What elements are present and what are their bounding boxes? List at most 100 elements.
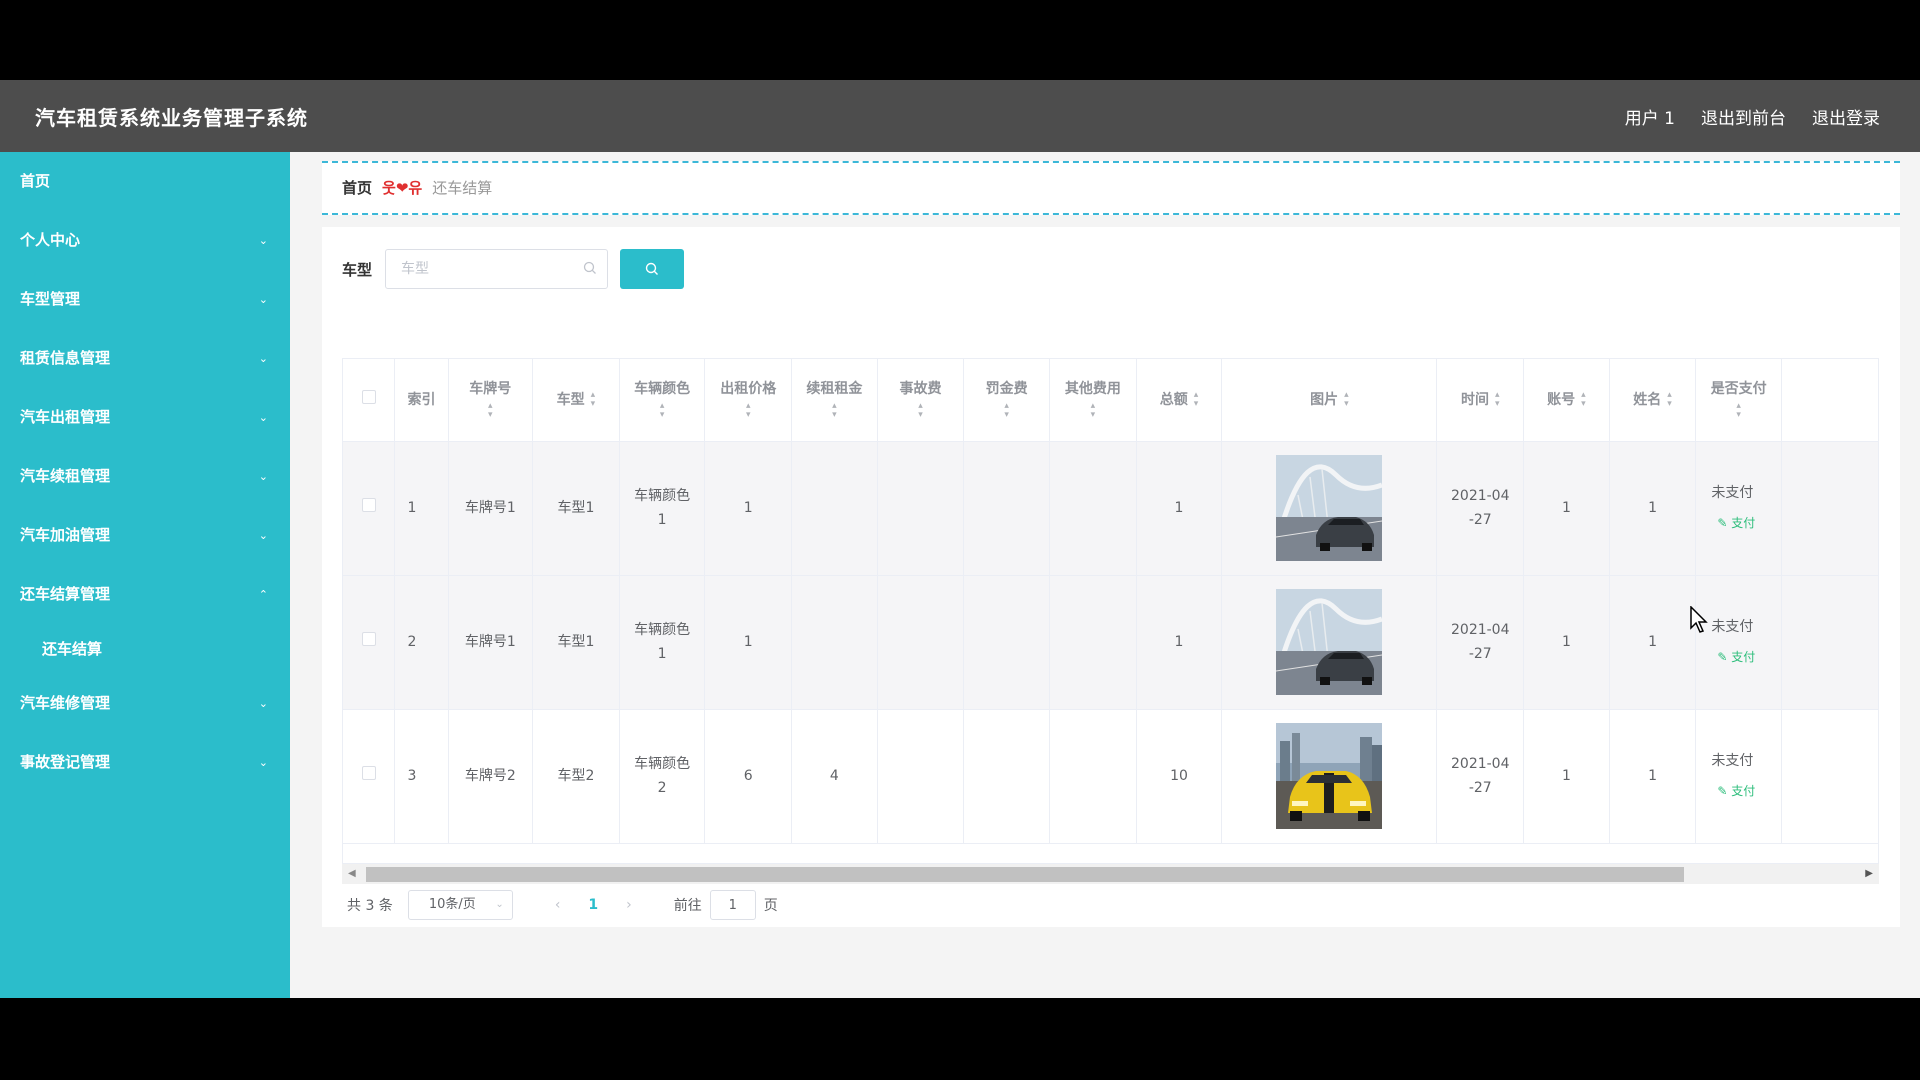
page-number-1[interactable]: 1	[588, 897, 598, 913]
chevron-down-icon: ⌄	[258, 411, 268, 424]
payment-status: 未支付	[1711, 485, 1754, 501]
sidebar-item-6[interactable]: 汽车加油管理 ⌄	[0, 506, 290, 565]
sort-icon[interactable]: ▴ ▾	[1736, 401, 1741, 420]
column-header-name[interactable]: 姓名 ▴ ▾	[1609, 359, 1697, 442]
sidebar-subitem-0[interactable]: 还车结算	[0, 624, 290, 674]
row-select-cell	[343, 709, 396, 844]
cell-account: 1	[1523, 441, 1610, 576]
cell-color: 车辆颜色1	[619, 441, 706, 576]
page-size-select[interactable]: 10条/页 ⌄	[407, 890, 513, 920]
next-page-button[interactable]: ›	[626, 897, 632, 913]
column-header-account[interactable]: 账号 ▴ ▾	[1523, 359, 1610, 442]
sort-icon[interactable]: ▴ ▾	[918, 401, 923, 420]
scroll-left-icon[interactable]: ◀	[348, 868, 356, 879]
sort-icon[interactable]: ▴ ▾	[832, 401, 837, 420]
sidebar-item-label: 个人中心	[20, 231, 81, 249]
select-all-checkbox[interactable]	[361, 389, 376, 404]
sort-icon[interactable]: ▴ ▾	[1667, 390, 1672, 409]
logout-link[interactable]: 退出登录	[1812, 104, 1880, 129]
sidebar-item-3[interactable]: 租赁信息管理 ⌄	[0, 329, 290, 388]
column-header-accident_fee[interactable]: 事故费 ▴ ▾	[877, 359, 965, 442]
row-checkbox[interactable]	[361, 498, 376, 512]
sort-icon[interactable]: ▴ ▾	[591, 390, 596, 409]
column-header-total[interactable]: 总额 ▴ ▾	[1136, 359, 1223, 442]
search-field	[385, 249, 608, 289]
sidebar-item-2[interactable]: 车型管理 ⌄	[0, 270, 290, 329]
chevron-down-icon: ⌄	[258, 470, 268, 483]
column-header-label: 车牌号	[469, 380, 512, 397]
scrollbar-thumb[interactable]	[366, 867, 1684, 882]
table-row[interactable]: 3 车牌号2 车型2 车辆颜色2 6 4 10 2021-04-27 1 1 未支付 ✎ 支付	[343, 709, 1878, 844]
sidebar-item-8[interactable]: 汽车维修管理 ⌄	[0, 674, 290, 733]
sidebar-item-7[interactable]: 还车结算管理 ⌃	[0, 565, 290, 624]
cell-name: 1	[1609, 575, 1697, 710]
sort-icon[interactable]: ▴ ▾	[1091, 401, 1096, 420]
edit-icon: ✎	[1717, 650, 1732, 664]
cell-extra	[1781, 441, 1878, 576]
search-button[interactable]	[620, 249, 684, 289]
table-header-row: 索引 车牌号 ▴ ▾ 车型 ▴ ▾ 车辆颜色 ▴ ▾ 出租价格 ▴ ▾ 续租租金 ▴ ▾ 事故费 ▴ ▾ 罚金费 ▴ ▾ 其…	[343, 359, 1878, 442]
goto-page-input[interactable]	[709, 890, 756, 920]
search-input[interactable]	[386, 250, 576, 288]
sort-icon[interactable]: ▴ ▾	[660, 401, 665, 420]
current-user-label[interactable]: 用户 1	[1625, 104, 1675, 129]
column-header-model[interactable]: 车型 ▴ ▾	[532, 359, 620, 442]
row-checkbox[interactable]	[361, 766, 376, 780]
cell-account: 1	[1523, 709, 1610, 844]
top-header: 汽车租赁系统业务管理子系统 用户 1 退出到前台 退出登录	[0, 80, 1920, 152]
sidebar-item-0[interactable]: 首页	[0, 152, 290, 211]
sidebar-item-label: 汽车加油管理	[20, 526, 111, 544]
chevron-down-icon: ⌄	[258, 234, 268, 247]
car-photo-yellow	[1276, 723, 1383, 829]
column-header-rent_price[interactable]: 出租价格 ▴ ▾	[704, 359, 793, 442]
sidebar-item-4[interactable]: 汽车出租管理 ⌄	[0, 388, 290, 447]
sort-icon[interactable]: ▴ ▾	[1344, 390, 1349, 409]
car-photo-bridge	[1276, 589, 1383, 695]
content-card: 车型 索引车牌号▴▾车型▴▾车辆颜色▴▾出租价格▴▾续租租金▴▾事故费▴▾罚金费…	[322, 227, 1900, 927]
column-header-color[interactable]: 车辆颜色 ▴ ▾	[619, 359, 706, 442]
chevron-down-icon: ⌄	[495, 899, 504, 910]
column-header-fine[interactable]: 罚金费 ▴ ▾	[963, 359, 1050, 442]
column-header-time[interactable]: 时间 ▴ ▾	[1436, 359, 1525, 442]
prev-page-button[interactable]: ‹	[555, 897, 561, 913]
table-row[interactable]: 1 车牌号1 车型1 车辆颜色1 1 1 2021-04-27 1 1 未支付 ✎ 支付	[343, 441, 1878, 576]
column-header-label: 车型	[556, 391, 585, 408]
sort-icon[interactable]: ▴ ▾	[1004, 401, 1009, 420]
car-photo-bridge	[1276, 455, 1383, 561]
table-row[interactable]: 2 车牌号1 车型1 车辆颜色1 1 1 2021-04-27 1 1 未支付 ✎ 支付	[343, 575, 1878, 710]
sidebar-item-1[interactable]: 个人中心 ⌄	[0, 211, 290, 270]
cell-rent_price: 6	[704, 709, 793, 844]
cell-plate: 车牌号1	[448, 575, 534, 710]
chevron-down-icon: ⌄	[258, 352, 268, 365]
breadcrumb-home[interactable]: 首页	[342, 177, 372, 198]
scroll-right-icon[interactable]: ▶	[1865, 868, 1873, 879]
cell-image	[1221, 575, 1438, 710]
sort-icon[interactable]: ▴ ▾	[1194, 390, 1199, 409]
sidebar-item-5[interactable]: 汽车续租管理 ⌄	[0, 447, 290, 506]
sort-icon[interactable]: ▴ ▾	[1495, 390, 1500, 409]
pay-button[interactable]: ✎ 支付	[1711, 511, 1781, 535]
column-header-label: 罚金费	[985, 380, 1028, 397]
pay-button[interactable]: ✎ 支付	[1711, 779, 1781, 803]
color-value: 车辆颜色1	[634, 622, 691, 662]
horizontal-scrollbar[interactable]: ◀ ▶	[342, 864, 1879, 884]
column-header-paid[interactable]: 是否支付 ▴ ▾	[1695, 359, 1783, 442]
sort-icon[interactable]: ▴ ▾	[1581, 390, 1586, 409]
row-checkbox[interactable]	[361, 632, 376, 646]
cell-index: 2	[394, 575, 449, 710]
cell-accident_fee	[877, 709, 965, 844]
cell-extra	[1781, 575, 1878, 710]
breadcrumb-separator: 웃❤유	[382, 179, 423, 197]
exit-to-front-link[interactable]: 退出到前台	[1701, 104, 1786, 129]
sort-icon[interactable]: ▴ ▾	[488, 401, 493, 420]
chevron-down-icon: ⌄	[258, 293, 268, 306]
sidebar-item-9[interactable]: 事故登记管理 ⌄	[0, 733, 290, 792]
pay-button[interactable]: ✎ 支付	[1711, 645, 1781, 669]
search-icon	[583, 261, 596, 274]
column-header-other_fee[interactable]: 其他费用 ▴ ▾	[1049, 359, 1137, 442]
column-header-image[interactable]: 图片 ▴ ▾	[1221, 359, 1438, 442]
column-header-renew_rent[interactable]: 续租租金 ▴ ▾	[791, 359, 878, 442]
column-header-plate[interactable]: 车牌号 ▴ ▾	[448, 359, 534, 442]
cell-time: 2021-04-27	[1436, 441, 1525, 576]
sort-icon[interactable]: ▴ ▾	[746, 401, 751, 420]
